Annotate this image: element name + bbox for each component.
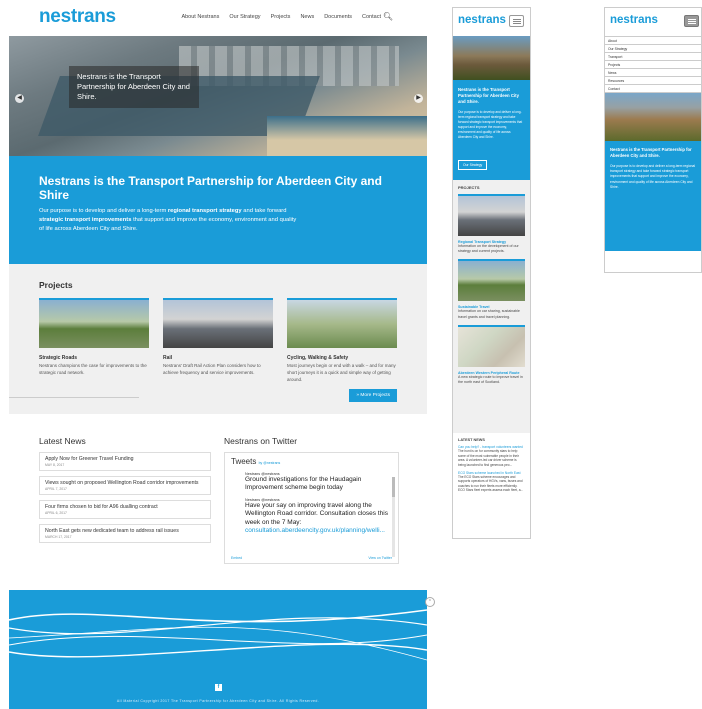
project-title[interactable]: Strategic Roads [39, 355, 149, 361]
mobile-intro: Nestrans is the Transport Partnership fo… [453, 80, 530, 180]
project-desc: Nestrans champions the case for improvem… [39, 363, 147, 375]
mobile-menu-item[interactable]: Resources [605, 77, 701, 85]
mobile-hero-image [453, 36, 530, 80]
twitter-heading: Nestrans on Twitter [224, 436, 298, 446]
facebook-icon[interactable]: f [215, 684, 222, 691]
site-footer: f All Material Copyright 2017 The Transp… [9, 590, 427, 709]
tweets-title: Tweets by @nestrans [231, 457, 281, 466]
intro-text: Our purpose is to develop and deliver a … [39, 207, 297, 233]
mobile-menu-item[interactable]: Our Strategy [605, 45, 701, 53]
desktop-view: nestrans About Nestrans Our Strategy Pro… [9, 0, 435, 709]
projects-heading: Projects [39, 280, 73, 290]
tweet[interactable]: Nestrans @nestrans Ground investigations… [231, 472, 392, 492]
tweets-scrollbar[interactable] [392, 477, 395, 557]
top-nav: nestrans About Nestrans Our Strategy Pro… [9, 0, 427, 36]
projects-section: Projects Strategic Roads Nestrans champi… [9, 264, 427, 414]
tweet-link[interactable]: consultation.aberdeencity.gov.uk/plannin… [245, 527, 385, 534]
hero-caption: Nestrans is the Transport Partnership fo… [69, 66, 199, 109]
project-desc: Most journeys begin or end with a walk –… [287, 363, 396, 382]
project-image-cycling[interactable] [287, 298, 397, 348]
mobile-view-menu-open: nestrans About Our Strategy Transport Pr… [604, 7, 702, 273]
site-logo[interactable]: nestrans [39, 6, 116, 28]
mobile-menu-item[interactable]: News [605, 69, 701, 77]
twitter-feed: Nestrans on Twitter Tweets by @nestrans … [224, 436, 399, 564]
mobile-project-card[interactable]: Aberdeen Western Peripheral Route A new … [458, 324, 525, 385]
news-twitter-section: Latest News Apply Now for Greener Travel… [9, 414, 427, 588]
mobile-project-card[interactable]: Sustainable Travel Information on car sh… [458, 259, 525, 319]
mobile-intro: Nestrans is the Transport Partnership fo… [605, 141, 701, 251]
nav-contact[interactable]: Contact [362, 14, 381, 20]
hero-slider: Nestrans is the Transport Partnership fo… [9, 36, 427, 156]
news-item[interactable]: Four firms chosen to bid for A96 duallin… [39, 500, 211, 519]
nav-strategy[interactable]: Our Strategy [229, 14, 260, 20]
news-item[interactable]: Views sought on proposed Wellington Road… [39, 476, 211, 495]
project-image-roads[interactable] [39, 298, 149, 348]
project-image-rail[interactable] [163, 298, 273, 348]
slider-next-icon[interactable]: ▶ [414, 94, 423, 103]
hero-beach [267, 116, 427, 156]
copyright-text: All Material Copyright 2017 The Transpor… [116, 699, 320, 703]
news-item[interactable]: Apply Now for Greener Travel Funding MAY… [39, 452, 211, 471]
mobile-logo[interactable]: nestrans [458, 14, 506, 26]
footer-wave-lines [9, 609, 427, 661]
mobile-menu-item[interactable]: About [605, 37, 701, 45]
hamburger-menu-icon[interactable] [684, 15, 699, 27]
back-to-top-icon[interactable]: ⌃ [425, 597, 435, 607]
news-heading: Latest News [39, 436, 86, 446]
mobile-view-scrolled: nestrans Nestrans is the Transport Partn… [452, 7, 531, 539]
mobile-menu-item[interactable]: Contact [605, 85, 701, 93]
divider [9, 397, 139, 398]
nav-about[interactable]: About Nestrans [181, 14, 219, 20]
embed-link[interactable]: Embed [231, 556, 242, 560]
latest-news: Latest News Apply Now for Greener Travel… [39, 436, 211, 548]
project-card[interactable]: Strategic Roads Nestrans champions the c… [39, 298, 149, 383]
project-title[interactable]: Rail [163, 355, 273, 361]
more-projects-button[interactable]: » More Projects [349, 389, 397, 402]
mobile-dropdown-menu: About Our Strategy Transport Projects Ne… [605, 36, 701, 93]
mobile-latest-news: LATEST NEWS Can you help? - transport vo… [458, 438, 525, 493]
mobile-header: nestrans [605, 8, 701, 36]
mobile-menu-item[interactable]: Projects [605, 61, 701, 69]
mobile-project-card[interactable]: Regional Transport Strategy Information … [458, 194, 525, 254]
mobile-header: nestrans [453, 8, 530, 36]
news-item[interactable]: North East gets new dedicated team to ad… [39, 524, 211, 543]
mobile-projects: PROJECTS Regional Transport Strategy Inf… [453, 180, 530, 433]
mobile-logo[interactable]: nestrans [610, 14, 658, 26]
hamburger-menu-icon[interactable] [509, 15, 524, 27]
slider-prev-icon[interactable]: ◀ [15, 94, 24, 103]
intro-title: Nestrans is the Transport Partnership fo… [39, 174, 382, 203]
twitter-widget[interactable]: Tweets by @nestrans Nestrans @nestrans G… [224, 452, 399, 564]
tweet[interactable]: Nestrans @nestrans Have your say on impr… [231, 498, 392, 535]
view-on-twitter-link[interactable]: View on Twitter [368, 556, 392, 560]
project-card[interactable]: Rail Nestrans' Draft Rail Action Plan co… [163, 298, 273, 383]
mobile-menu-item[interactable]: Transport [605, 53, 701, 61]
project-desc: Nestrans' Draft Rail Action Plan conside… [163, 363, 261, 375]
nav-projects[interactable]: Projects [271, 14, 291, 20]
intro-section: Nestrans is the Transport Partnership fo… [9, 156, 427, 264]
search-icon[interactable]: 🔍︎ [383, 12, 393, 21]
project-card[interactable]: Cycling, Walking & Safety Most journeys … [287, 298, 397, 383]
nav-documents[interactable]: Documents [324, 14, 352, 20]
nav-news[interactable]: News [300, 14, 314, 20]
mobile-news-title[interactable]: ECO Stars scheme launched in North East [458, 471, 525, 475]
our-strategy-button[interactable]: Our Strategy [458, 160, 488, 170]
mobile-hero-image [605, 93, 701, 141]
main-menu: About Nestrans Our Strategy Projects New… [181, 14, 381, 20]
project-title[interactable]: Cycling, Walking & Safety [287, 355, 397, 361]
